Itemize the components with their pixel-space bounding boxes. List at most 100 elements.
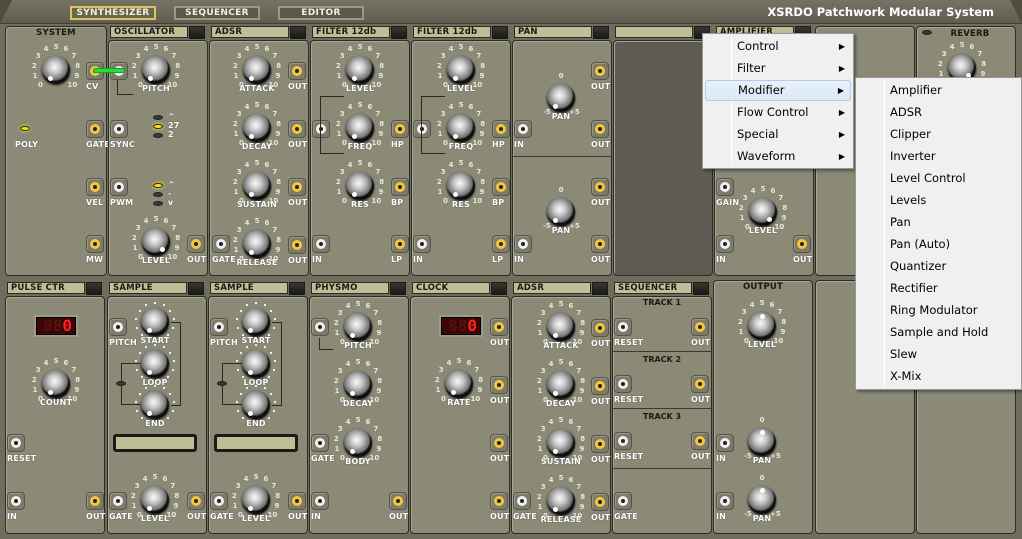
jack-sample-pitch[interactable] [109,318,127,336]
jack-pan-out-4[interactable] [591,235,609,253]
knob-adsr2-0[interactable] [547,313,575,341]
submenu-item-adsr[interactable]: ADSR [858,102,1019,123]
jack-adsr-out-1[interactable] [288,120,306,138]
jack-adsr-gate[interactable] [212,235,230,253]
sample-name-field[interactable] [113,434,197,452]
jack-pulse-out[interactable] [86,492,104,510]
jack-adsr-out-2[interactable] [288,178,306,196]
jack-adsr2-out-3[interactable] [591,493,609,511]
jack-seq-gate[interactable] [614,492,632,510]
jack-pan-out-3[interactable] [591,178,609,196]
system-knob[interactable] [42,56,70,84]
module-pan-close-button[interactable] [593,26,609,39]
submenu-item-slew[interactable]: Slew [858,344,1019,365]
submenu-item-inverter[interactable]: Inverter [858,146,1019,167]
knob-pan-2[interactable] [547,198,575,226]
module-adsr-close-button[interactable] [290,26,306,39]
knob-sample-level[interactable] [141,486,169,514]
menu-item-control[interactable]: Control ▶ [705,36,851,57]
jack-track-reset-2[interactable] [614,375,632,393]
knob-filter-freq[interactable] [346,114,374,142]
module-oscillator-close-button[interactable] [189,26,205,39]
knob-output-pan-1[interactable] [748,428,776,456]
jack-physmo-gate[interactable] [311,434,329,452]
module-physmo-header[interactable]: PHYSMO [311,282,389,294]
jack-output-in-1[interactable] [716,434,734,452]
module-oscillator-header[interactable]: OSCILLATOR [110,26,188,38]
knob-start[interactable] [141,308,169,336]
jack-reset[interactable] [7,434,25,452]
knob-sample-level[interactable] [242,486,270,514]
knob-start[interactable] [242,308,270,336]
tab-editor[interactable]: EDITOR [278,6,364,20]
jack-lp[interactable] [492,235,510,253]
jack-adsr2-out-0[interactable] [591,319,609,337]
menu-item-waveform[interactable]: Waveform ▶ [705,146,851,167]
knob-adsr-1[interactable] [243,114,271,142]
knob-adsr2-1[interactable] [547,371,575,399]
jack-gain[interactable] [716,178,734,196]
jack-pwm[interactable] [110,178,128,196]
jack-bp[interactable] [391,178,409,196]
submenu-item-rectifier[interactable]: Rectifier [858,278,1019,299]
jack-adsr2-gate[interactable] [513,492,531,510]
knob-rate[interactable] [445,370,473,398]
jack-bp[interactable] [492,178,510,196]
jack-clock-out-1[interactable] [490,376,508,394]
jack-hp[interactable] [391,120,409,138]
knob-output-pan-2[interactable] [748,486,776,514]
module-filter-2-header[interactable]: FILTER 12db [413,26,491,38]
module-sequencer-header[interactable]: SEQUENCER [614,282,692,294]
submenu-item-sample-and-hold[interactable]: Sample and Hold [858,322,1019,343]
jack-adsr2-out-1[interactable] [591,377,609,395]
jack-track-out-3[interactable] [691,432,709,450]
knob-filter-res[interactable] [447,172,475,200]
knob-pitch[interactable] [142,56,170,84]
module-adsr-header[interactable]: ADSR [211,26,289,38]
jack-osc-out[interactable] [187,235,205,253]
knob-amp-level[interactable] [749,198,777,226]
jack-amp-in[interactable] [716,235,734,253]
jack-sample-pitch[interactable] [210,318,228,336]
menu-item-flow-control[interactable]: Flow Control ▶ [705,102,851,123]
submenu-item-levels[interactable]: Levels [858,190,1019,211]
knob-level[interactable] [142,228,170,256]
tab-synthesizer[interactable]: SYNTHESIZER [70,6,156,20]
menu-item-special[interactable]: Special ▶ [705,124,851,145]
menu-item-modifier[interactable]: Modifier ▶ [705,80,851,101]
knob-adsr-0[interactable] [243,56,271,84]
menu-item-filter[interactable]: Filter ▶ [705,58,851,79]
jack-clock-out-2[interactable] [490,434,508,452]
jack-track-reset-3[interactable] [614,432,632,450]
jack-pan-in-1[interactable] [514,120,532,138]
jack-sample-gate[interactable] [109,492,127,510]
submenu-item-clipper[interactable]: Clipper [858,124,1019,145]
jack-adsr-out-3[interactable] [288,236,306,254]
knob-filter-level[interactable] [346,56,374,84]
jack-sample-out[interactable] [288,492,306,510]
jack-clock-out-3[interactable] [490,492,508,510]
module-filter-1-close-button[interactable] [391,26,407,39]
knob-end[interactable] [242,391,270,419]
jack-sample-out[interactable] [187,492,205,510]
jack-lp[interactable] [391,235,409,253]
knob-loop[interactable] [242,350,270,378]
submenu-item-x-mix[interactable]: X-Mix [858,366,1019,387]
knob-adsr2-3[interactable] [547,487,575,515]
submenu-item-ring-modulator[interactable]: Ring Modulator [858,300,1019,321]
submenu-item-pan[interactable]: Pan [858,212,1019,233]
jack-hp[interactable] [492,120,510,138]
module-clock-header[interactable]: CLOCK [412,282,490,294]
knob-adsr2-2[interactable] [547,429,575,457]
jack-track-out-1[interactable] [691,318,709,336]
knob-physmo-pitch[interactable] [344,313,372,341]
knob-adsr-2[interactable] [243,172,271,200]
sample-name-field[interactable] [214,434,298,452]
jack-adsr-out-0[interactable] [288,62,306,80]
jack-output-in-2[interactable] [716,492,734,510]
module-empty-header[interactable] [615,26,693,38]
knob-filter-res[interactable] [346,172,374,200]
jack-pulse-in[interactable] [7,492,25,510]
jack-track-out-2[interactable] [691,375,709,393]
submenu-item-amplifier[interactable]: Amplifier [858,80,1019,101]
